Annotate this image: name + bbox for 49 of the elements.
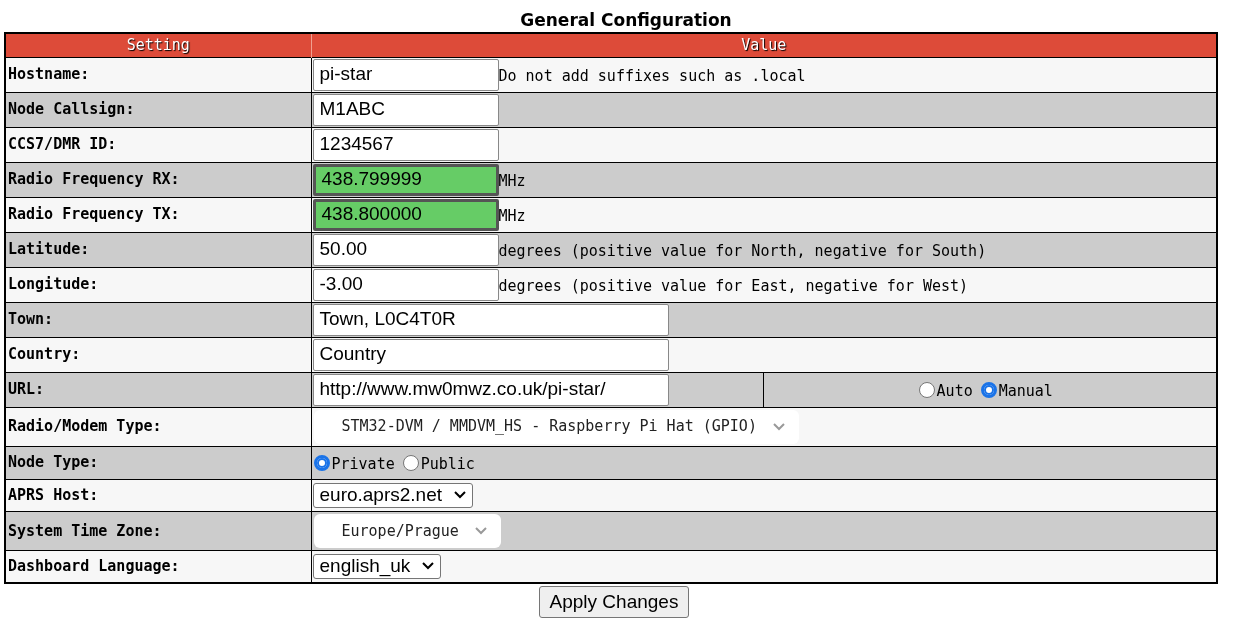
setting-label: CCS7/DMR ID: [5,127,311,162]
chevron-down-icon [454,491,467,499]
apply-changes-button[interactable]: Apply Changes [538,586,690,618]
text-field[interactable]: 438.800000 [312,198,499,231]
setting-label: System Time Zone: [5,511,311,551]
radio-button[interactable] [402,454,419,471]
setting-label: Latitude: [5,232,311,267]
setting-label: Hostname: [5,57,311,92]
radio-button[interactable] [918,381,935,398]
dropdown[interactable]: STM32-DVM / MMDVM_HS - Raspberry Pi Hat (GPIO) [313,409,799,444]
setting-label: URL: [5,372,311,407]
field-hint: Do not add suffixes such as .local [498,66,806,88]
field-hint: degrees (positive value for North, negative for South) [498,241,987,263]
field-hint: MHz [498,206,526,228]
setting-label: Radio Frequency RX: [5,162,311,197]
chevron-down-icon [422,562,435,571]
text-field[interactable]: Country [312,338,669,371]
text-field[interactable]: M1ABC [312,93,499,126]
chevron-down-icon [772,422,785,431]
text-field[interactable]: 1234567 [312,128,499,161]
radio-label: Manual [998,381,1053,403]
radio-button[interactable] [980,381,997,398]
radio-label: Private [331,454,395,476]
radio-label: Auto [936,381,973,403]
text-field[interactable]: Town, L0C4T0R [312,303,669,336]
dropdown[interactable]: euro.aprs2.net [312,482,474,508]
text-field[interactable]: http://www.mw0mwz.co.uk/pi-star/ [312,373,669,406]
field-hint: degrees (positive value for East, negative for West) [498,276,969,298]
text-field[interactable]: 438.799999 [312,163,499,196]
field-hint: MHz [498,171,526,193]
column-header: Setting [5,33,311,57]
setting-label: Town: [5,302,311,337]
setting-label: Node Callsign: [5,92,311,127]
section-title: General Configuration [520,9,732,32]
radio-button[interactable] [313,454,330,471]
text-field[interactable]: pi-star [312,58,499,91]
setting-label: Radio/Modem Type: [5,407,311,446]
dropdown[interactable]: english_uk [312,553,442,579]
radio-label: Public [420,454,475,476]
setting-label: Node Type: [5,446,311,479]
text-field[interactable]: -3.00 [312,268,499,301]
chevron-down-icon [474,526,487,535]
setting-label: Longitude: [5,267,311,302]
setting-label: APRS Host: [5,479,311,512]
column-header: Value [311,33,1217,57]
dropdown[interactable]: Europe/Prague [313,513,501,548]
setting-label: Country: [5,337,311,372]
setting-label: Radio Frequency TX: [5,197,311,232]
text-field[interactable]: 50.00 [312,233,499,266]
